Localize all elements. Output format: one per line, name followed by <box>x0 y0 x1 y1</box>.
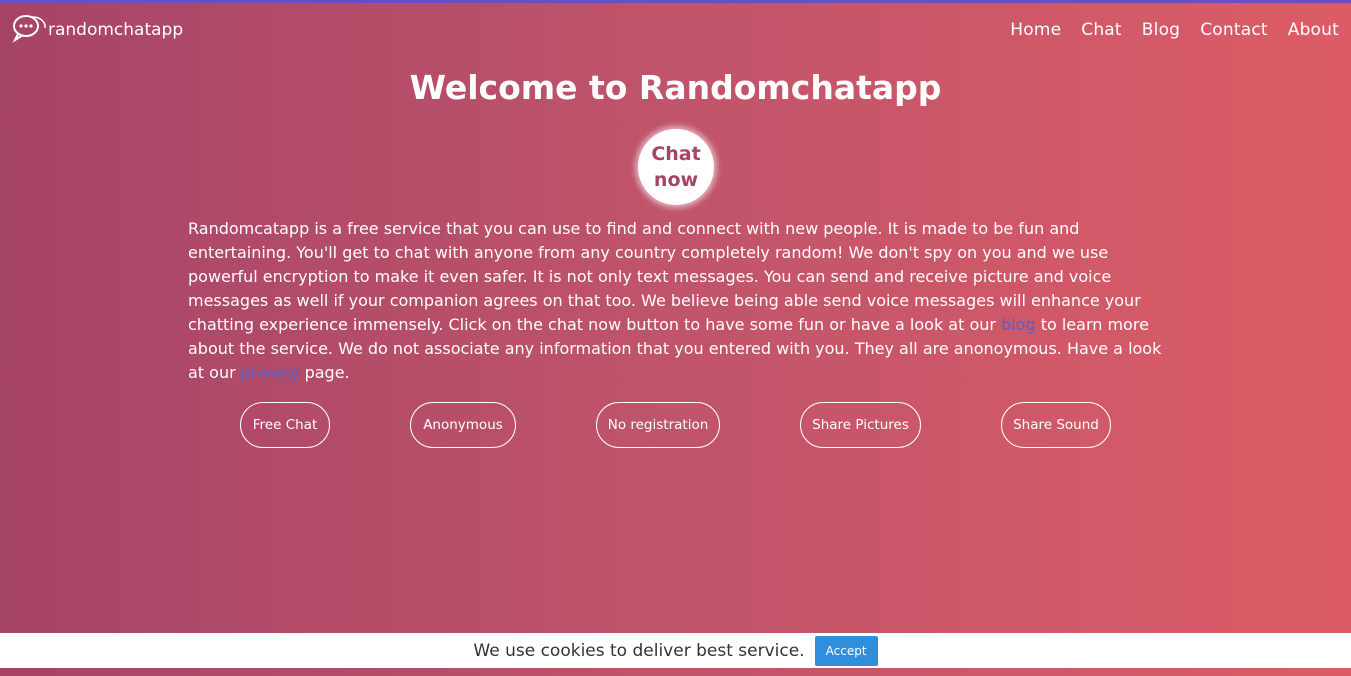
intro-text-part1: Randomcatapp is a free service that you … <box>188 219 1141 334</box>
blog-link[interactable]: blog <box>1001 315 1036 334</box>
cookie-message: We use cookies to deliver best service. <box>473 640 805 661</box>
brand-name: randomchatapp <box>48 20 184 40</box>
nav-about-link[interactable]: About <box>1288 20 1339 40</box>
nav-home-link[interactable]: Home <box>1010 20 1061 40</box>
feature-badge-free-chat: Free Chat <box>240 402 330 448</box>
chat-now-label: Chat now <box>651 143 701 191</box>
chat-now-button[interactable]: Chat now <box>638 129 714 205</box>
nav-chat-link[interactable]: Chat <box>1081 20 1122 40</box>
feature-badge-no-registration: No registration <box>596 402 720 448</box>
page-title: Welcome to Randomchatapp <box>409 68 942 107</box>
chat-bubbles-logo-icon <box>12 13 46 48</box>
feature-badges: Free Chat Anonymous No registration Shar… <box>0 402 1351 448</box>
feature-badge-share-sound: Share Sound <box>1001 402 1111 448</box>
feature-badge-anonymous: Anonymous <box>410 402 516 448</box>
brand-link[interactable]: randomchatapp <box>12 13 183 48</box>
intro-text-part3: page. <box>299 363 350 382</box>
nav-links: Home Chat Blog Contact About <box>1010 20 1339 40</box>
feature-badge-share-pictures: Share Pictures <box>800 402 921 448</box>
nav-contact-link[interactable]: Contact <box>1200 20 1268 40</box>
intro-paragraph: Randomcatapp is a free service that you … <box>188 217 1168 385</box>
navbar: randomchatapp Home Chat Blog Contact Abo… <box>0 3 1351 57</box>
accept-cookies-button[interactable]: Accept <box>814 635 878 666</box>
nav-blog-link[interactable]: Blog <box>1142 20 1180 40</box>
cookie-bar: We use cookies to deliver best service. … <box>0 633 1351 668</box>
privacy-link[interactable]: privacy <box>241 363 300 382</box>
